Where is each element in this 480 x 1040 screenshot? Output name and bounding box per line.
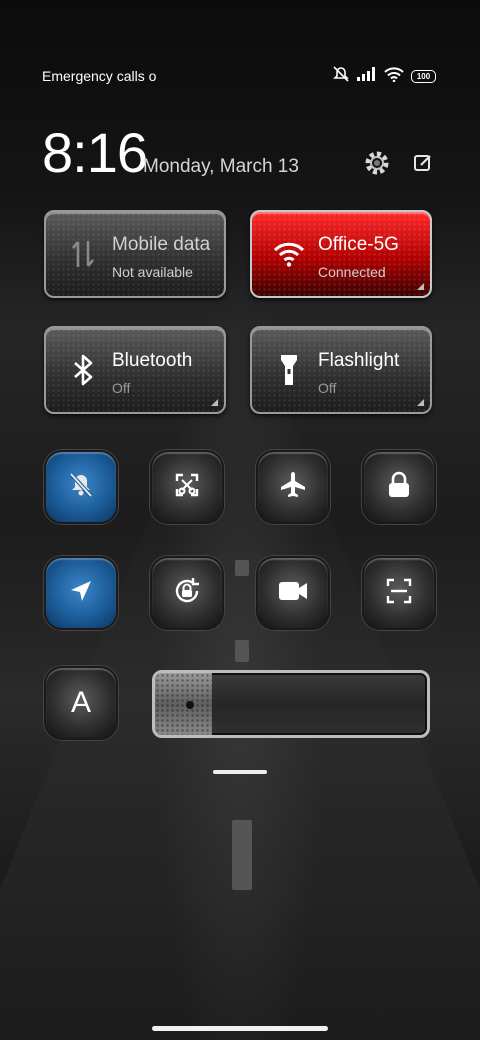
brightness-fill: [155, 673, 213, 735]
carrier-text: Emergency calls o: [42, 68, 157, 84]
tile-title: Bluetooth: [112, 350, 193, 371]
brightness-slider[interactable]: [152, 670, 430, 738]
mobile-data-tile[interactable]: Mobile data Not available: [44, 210, 226, 298]
wifi-icon: [272, 234, 306, 274]
road-marking: [232, 820, 252, 890]
tile-status: Off: [112, 380, 131, 396]
font-toggle[interactable]: A: [44, 666, 118, 740]
settings-icon[interactable]: [362, 148, 392, 178]
rotation-lock-toggle[interactable]: [150, 556, 224, 630]
tile-status: Connected: [318, 264, 386, 280]
tile-status: Off: [318, 380, 337, 396]
video-camera-icon: [278, 580, 308, 607]
mute-bell-icon: [66, 470, 96, 505]
bluetooth-icon: [66, 350, 100, 390]
status-bar: Emergency calls o 100: [0, 64, 480, 90]
lock-icon: [386, 471, 412, 504]
scanner-toggle[interactable]: [362, 556, 436, 630]
signal-icon: [357, 67, 377, 86]
road-marking: [235, 560, 249, 576]
expand-corner-icon[interactable]: [417, 283, 424, 290]
font-icon: A: [70, 686, 91, 719]
panel-drag-handle[interactable]: [213, 770, 267, 774]
location-icon: [67, 577, 95, 610]
wifi-tile[interactable]: Office-5G Connected: [250, 210, 432, 298]
mute-icon: [332, 66, 350, 87]
airplane-icon: [278, 470, 308, 505]
expand-corner-icon[interactable]: [417, 399, 424, 406]
location-toggle[interactable]: [44, 556, 118, 630]
brightness-sun-icon: [186, 701, 194, 709]
expand-corner-icon[interactable]: [211, 399, 218, 406]
clock-time: 8:16: [42, 121, 148, 184]
clock-date: Monday, March 13: [143, 156, 299, 177]
airplane-toggle[interactable]: [256, 450, 330, 524]
scanner-icon: [385, 577, 413, 610]
lock-toggle[interactable]: [362, 450, 436, 524]
tile-title: Flashlight: [318, 350, 400, 371]
bluetooth-tile[interactable]: Bluetooth Off: [44, 326, 226, 414]
battery-icon: 100: [411, 70, 436, 83]
mobile-data-icon: [66, 234, 100, 274]
status-icons: 100: [332, 66, 436, 87]
tile-title: Mobile data: [112, 234, 211, 255]
screenshot-toggle[interactable]: [150, 450, 224, 524]
mute-toggle[interactable]: [44, 450, 118, 524]
tile-status: Not available: [112, 264, 193, 280]
screenshot-icon: [173, 471, 201, 504]
rotation-lock-icon: [171, 575, 203, 612]
flashlight-tile[interactable]: Flashlight Off: [250, 326, 432, 414]
video-camera-toggle[interactable]: [256, 556, 330, 630]
edit-icon[interactable]: [408, 148, 438, 178]
road-marking: [235, 640, 249, 662]
wifi-icon: [384, 66, 404, 87]
flashlight-icon: [272, 350, 306, 390]
tile-title: Office-5G: [318, 234, 399, 255]
home-indicator[interactable]: [152, 1026, 328, 1031]
